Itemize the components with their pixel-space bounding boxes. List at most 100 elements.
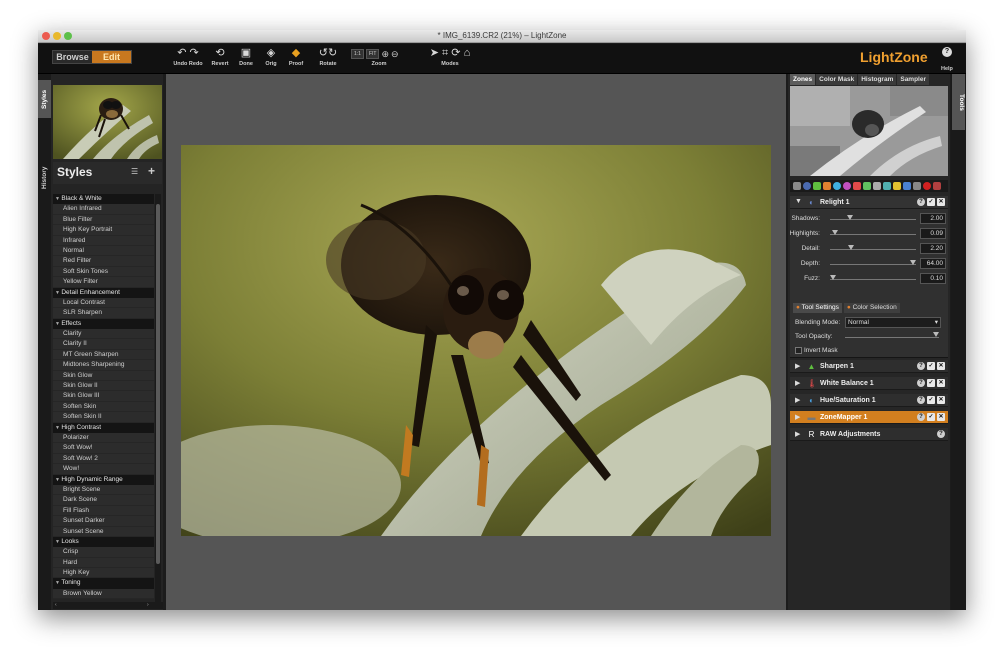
- tab-tools[interactable]: Tools: [952, 74, 965, 130]
- tab-zones[interactable]: Zones: [790, 74, 816, 85]
- tool-remove-icon[interactable]: ✕: [937, 362, 945, 370]
- relight-tool-icon[interactable]: [803, 182, 811, 190]
- style-category[interactable]: High Dynamic Range: [53, 474, 154, 485]
- arrow-mode-icon[interactable]: ➤: [430, 47, 439, 59]
- relight-tool-header[interactable]: ▼ ◐ Relight 1 ? ✓ ✕: [790, 196, 948, 209]
- style-item[interactable]: Crisp: [53, 547, 154, 558]
- tool-header[interactable]: ▶ 🌡 White Balance 1? ✓ ✕: [790, 377, 948, 390]
- slider-value-field[interactable]: 2.20: [920, 243, 946, 254]
- rotate-mode-icon[interactable]: ⟳: [451, 47, 460, 59]
- slider-track[interactable]: [830, 219, 916, 220]
- style-item[interactable]: Clarity: [53, 329, 154, 340]
- tab-styles[interactable]: Styles: [38, 80, 51, 118]
- style-item[interactable]: Soft Skin Tones: [53, 266, 154, 278]
- orig-button[interactable]: ◈ Orig: [262, 46, 280, 72]
- style-item[interactable]: Bright Scene: [53, 484, 154, 496]
- style-item[interactable]: Blue Filter: [53, 214, 154, 226]
- crop-mode-icon[interactable]: ⌗: [442, 47, 448, 59]
- style-item[interactable]: SLR Sharpen: [53, 308, 154, 319]
- undo-redo-button[interactable]: ↶ ↷ Undo Redo: [172, 46, 204, 72]
- style-item[interactable]: Soften Skin: [53, 401, 154, 413]
- style-item[interactable]: Skin Glow II: [53, 381, 154, 392]
- list-options-icon[interactable]: ☰: [131, 167, 138, 176]
- style-category[interactable]: High Contrast: [53, 422, 154, 433]
- tool-header[interactable]: ▶ R RAW Adjustments?: [790, 428, 948, 441]
- slider-track[interactable]: [830, 249, 916, 250]
- tool-remove-icon[interactable]: ✕: [937, 396, 945, 404]
- style-item[interactable]: Polarizer: [53, 432, 154, 444]
- photo-preview[interactable]: [181, 145, 771, 536]
- expand-icon[interactable]: ▶: [795, 362, 800, 370]
- expand-icon[interactable]: ▶: [795, 379, 800, 387]
- tool-enable-checkbox[interactable]: ✓: [927, 379, 935, 387]
- tool-enable-checkbox[interactable]: ✓: [927, 396, 935, 404]
- style-item[interactable]: Sunset Scene: [53, 526, 154, 537]
- filter-tool-icon[interactable]: [893, 182, 901, 190]
- tab-tool-settings[interactable]: ● Tool Settings: [793, 303, 842, 313]
- style-item[interactable]: Dark Scene: [53, 495, 154, 506]
- slider-knob[interactable]: [847, 215, 854, 220]
- style-item[interactable]: Sunset Darker: [53, 516, 154, 527]
- zoom-1to1-button[interactable]: 1:1: [351, 49, 364, 59]
- tool-header[interactable]: ▶ ▬ ZoneMapper 1? ✓ ✕: [790, 411, 948, 424]
- zonemapper-tool-icon[interactable]: [793, 182, 801, 190]
- tool-header[interactable]: ▶ ▲ Sharpen 1? ✓ ✕: [790, 360, 948, 373]
- slider-knob[interactable]: [848, 245, 855, 250]
- bw-tool-icon[interactable]: [873, 182, 881, 190]
- color-balance-tool-icon[interactable]: [843, 182, 851, 190]
- slider-knob[interactable]: [909, 260, 916, 265]
- slider-knob[interactable]: [830, 275, 836, 280]
- style-item[interactable]: Wow!: [53, 464, 154, 475]
- tool-help-icon[interactable]: ?: [917, 413, 925, 421]
- styles-scrollbar[interactable]: [155, 194, 161, 604]
- white-balance-tool-icon[interactable]: [853, 182, 861, 190]
- tab-color-mask[interactable]: Color Mask: [816, 74, 858, 85]
- image-canvas[interactable]: [166, 74, 786, 610]
- tool-remove-icon[interactable]: ✕: [937, 379, 945, 387]
- zoom-in-icon[interactable]: ⊕: [381, 49, 389, 59]
- rotate-button[interactable]: ↺↻ Rotate: [316, 46, 340, 72]
- tool-help-icon[interactable]: ?: [937, 430, 945, 438]
- style-item[interactable]: Brown Yellow: [53, 588, 154, 600]
- edit-mode-button[interactable]: Edit: [92, 51, 131, 63]
- color-tool-icon[interactable]: [863, 182, 871, 190]
- style-item[interactable]: Infrared: [53, 235, 154, 246]
- style-item[interactable]: Midtones Sharpening: [53, 360, 154, 371]
- clone-tool-icon[interactable]: [883, 182, 891, 190]
- tool-help-icon[interactable]: ?: [917, 362, 925, 370]
- noise-tool-icon[interactable]: [823, 182, 831, 190]
- slider-value-field[interactable]: 0.10: [920, 273, 946, 284]
- tab-sampler[interactable]: Sampler: [897, 74, 930, 85]
- slider-value-field[interactable]: 0.09: [920, 228, 946, 239]
- region-mode-icon[interactable]: ⌂: [464, 47, 471, 59]
- slider-track[interactable]: [830, 279, 916, 280]
- tab-color-selection[interactable]: ● Color Selection: [843, 303, 900, 313]
- style-item[interactable]: High Key Portrait: [53, 225, 154, 236]
- expand-icon[interactable]: ▶: [795, 430, 800, 438]
- done-button[interactable]: ▣ Done: [236, 46, 256, 72]
- gradient-tool-icon[interactable]: [903, 182, 911, 190]
- blur-tool-icon[interactable]: [913, 182, 921, 190]
- tool-help-icon[interactable]: ?: [917, 379, 925, 387]
- horizontal-scrollbar[interactable]: ‹ ›: [53, 602, 163, 609]
- style-item[interactable]: Red Filter: [53, 256, 154, 267]
- blending-mode-select[interactable]: Normal ▾: [845, 317, 941, 328]
- tool-enable-checkbox[interactable]: ✓: [927, 362, 935, 370]
- tool-help-icon[interactable]: ?: [917, 198, 925, 206]
- tool-enable-checkbox[interactable]: ✓: [927, 413, 935, 421]
- tool-remove-icon[interactable]: ✕: [937, 198, 945, 206]
- revert-button[interactable]: ⟲ Revert: [209, 46, 231, 72]
- expand-icon[interactable]: ▶: [795, 396, 800, 404]
- style-item[interactable]: MT Green Sharpen: [53, 349, 154, 361]
- tool-header[interactable]: ▶ ◐ Hue/Saturation 1? ✓ ✕: [790, 394, 948, 407]
- zoom-fit-button[interactable]: FIT: [365, 49, 380, 59]
- expand-icon[interactable]: ▶: [795, 413, 800, 421]
- browse-mode-button[interactable]: Browse: [53, 51, 92, 63]
- tab-history[interactable]: History: [38, 158, 51, 198]
- tab-histogram[interactable]: Histogram: [858, 74, 897, 85]
- slider-value-field[interactable]: 2.00: [920, 213, 946, 224]
- slider-track[interactable]: [830, 264, 916, 265]
- slider-track[interactable]: [830, 234, 916, 235]
- slider-value-field[interactable]: 64.00: [920, 258, 946, 269]
- style-item[interactable]: High Key: [53, 568, 154, 579]
